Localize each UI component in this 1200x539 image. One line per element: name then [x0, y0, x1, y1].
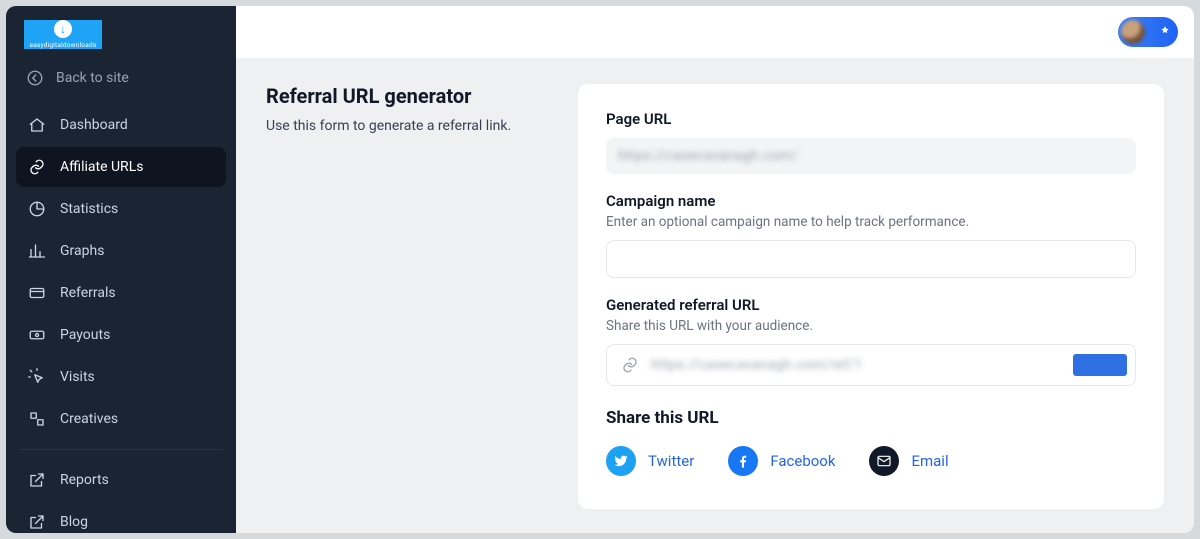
sidebar-item-label: Graphs [60, 243, 104, 259]
link-icon [28, 158, 46, 176]
affiliate-badge-icon [1155, 22, 1175, 42]
back-label: Back to site [56, 70, 129, 86]
brand-logo: ↓ easydigitaldownloads [24, 20, 102, 49]
sidebar-item-creatives[interactable]: Creatives [16, 399, 226, 439]
sidebar-item-label: Visits [60, 369, 95, 385]
campaign-input[interactable] [606, 240, 1136, 278]
generated-url-row: https://casecavanagh.com/ref/1 [606, 344, 1136, 386]
shapes-icon [28, 410, 46, 428]
page-intro: Referral URL generator Use this form to … [266, 84, 546, 509]
generated-url-value: https://casecavanagh.com/ref/1 [651, 357, 1061, 373]
share-label: Twitter [648, 452, 694, 470]
page-url-input[interactable]: https://casecavanagh.com/ [606, 138, 1136, 174]
home-icon [28, 116, 46, 134]
twitter-icon [606, 446, 636, 476]
campaign-help: Enter an optional campaign name to help … [606, 214, 1136, 230]
link-icon [621, 356, 639, 374]
pie-chart-icon [28, 200, 46, 218]
sidebar-item-statistics[interactable]: Statistics [16, 189, 226, 229]
sidebar-item-label: Dashboard [60, 117, 128, 133]
sidebar-item-label: Creatives [60, 411, 118, 427]
nav-separator [20, 449, 222, 450]
external-link-icon [28, 513, 46, 531]
email-icon [869, 446, 899, 476]
page-subtitle: Use this form to generate a referral lin… [266, 118, 546, 134]
external-link-icon [28, 471, 46, 489]
sidebar-item-dashboard[interactable]: Dashboard [16, 105, 226, 145]
sidebar: ↓ easydigitaldownloads Back to site Dash… [6, 6, 236, 533]
sidebar-item-graphs[interactable]: Graphs [16, 231, 226, 271]
sidebar-item-reports[interactable]: Reports [16, 460, 226, 500]
share-row: Twitter Facebook Email [606, 446, 1136, 476]
sidebar-item-payouts[interactable]: Payouts [16, 315, 226, 355]
generated-url-field: Generated referral URL Share this URL wi… [606, 296, 1136, 386]
page-url-label: Page URL [606, 110, 1136, 128]
share-email[interactable]: Email [869, 446, 948, 476]
card-icon [28, 284, 46, 302]
logo-glyph-icon: ↓ [54, 20, 72, 38]
generator-card: Page URL https://casecavanagh.com/ Campa… [578, 84, 1164, 509]
sidebar-item-referrals[interactable]: Referrals [16, 273, 226, 313]
user-menu[interactable] [1118, 17, 1178, 47]
back-arrow-icon [26, 69, 44, 87]
topbar [236, 6, 1194, 58]
page-url-field: Page URL https://casecavanagh.com/ [606, 110, 1136, 174]
campaign-label: Campaign name [606, 192, 1136, 210]
money-icon [28, 326, 46, 344]
sidebar-item-label: Referrals [60, 285, 116, 301]
copy-button[interactable] [1073, 354, 1127, 376]
bar-chart-icon [28, 242, 46, 260]
sidebar-item-visits[interactable]: Visits [16, 357, 226, 397]
primary-nav: Dashboard Affiliate URLs Statistics Grap… [16, 105, 226, 533]
generated-label: Generated referral URL [606, 296, 1136, 314]
content: Referral URL generator Use this form to … [236, 58, 1194, 533]
page-url-value: https://casecavanagh.com/ [618, 148, 798, 164]
sidebar-item-label: Reports [60, 472, 109, 488]
campaign-field: Campaign name Enter an optional campaign… [606, 192, 1136, 278]
sidebar-item-label: Statistics [60, 201, 118, 217]
generated-help: Share this URL with your audience. [606, 318, 1136, 334]
sidebar-item-label: Affiliate URLs [60, 159, 143, 175]
logo-text: easydigitaldownloads [30, 41, 97, 49]
cursor-click-icon [28, 368, 46, 386]
share-facebook[interactable]: Facebook [728, 446, 835, 476]
main-area: Referral URL generator Use this form to … [236, 6, 1194, 533]
sidebar-item-label: Blog [60, 514, 88, 530]
sidebar-item-affiliate-urls[interactable]: Affiliate URLs [16, 147, 226, 187]
page-title: Referral URL generator [266, 84, 546, 108]
share-label: Email [911, 452, 948, 470]
share-title: Share this URL [606, 408, 1136, 428]
sidebar-item-blog[interactable]: Blog [16, 502, 226, 533]
share-label: Facebook [770, 452, 835, 470]
back-to-site-link[interactable]: Back to site [16, 63, 226, 99]
app-shell: ↓ easydigitaldownloads Back to site Dash… [6, 6, 1194, 533]
share-twitter[interactable]: Twitter [606, 446, 694, 476]
avatar [1121, 20, 1145, 44]
facebook-icon [728, 446, 758, 476]
sidebar-item-label: Payouts [60, 327, 110, 343]
